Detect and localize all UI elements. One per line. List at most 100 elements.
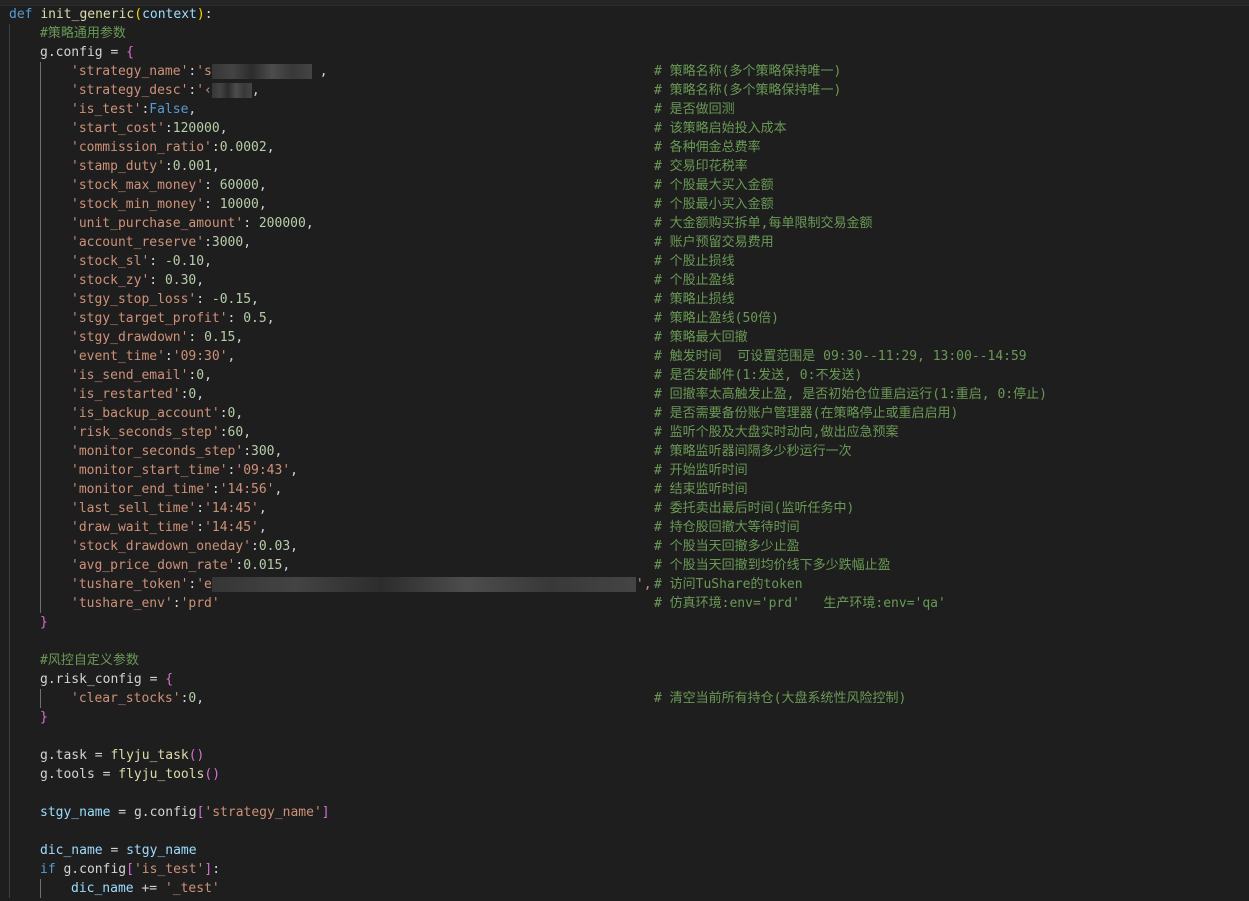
- code-line[interactable]: 'risk_seconds_step':60, # 监听个股及大盘实时动向,做出应…: [0, 423, 1249, 442]
- code-line[interactable]: 'draw_wait_time':'14:45', # 持仓股回撤大等待时间: [0, 518, 1249, 537]
- indent-guide: [40, 879, 41, 898]
- tools-variable: g.tools: [40, 767, 95, 782]
- config-key: 'stamp_duty': [71, 159, 165, 174]
- inline-comment: # 策略止损线: [654, 292, 735, 307]
- code-line[interactable]: 'is_backup_account':0, # 是否需要备份账户管理器(在策略停…: [0, 404, 1249, 423]
- config-value: 0.015: [243, 558, 283, 573]
- code-tail: ,: [258, 501, 267, 516]
- code-line[interactable]: 'monitor_end_time':'14:56', # 结束监听时间: [0, 480, 1249, 499]
- code-line[interactable]: 'stgy_stop_loss': -0.15, # 策略止损线: [0, 290, 1249, 309]
- indent-guide: [9, 43, 10, 62]
- append-operator: +=: [133, 881, 165, 896]
- code-line[interactable]: 'unit_purchase_amount': 200000, # 大金额购买拆单…: [0, 214, 1249, 233]
- code-text: 'risk_seconds_step':60,: [71, 423, 251, 442]
- code-line[interactable]: 'start_cost':120000, # 该策略启始投入成本: [0, 119, 1249, 138]
- code-line[interactable]: }: [0, 708, 1249, 727]
- code-line[interactable]: 'stgy_target_profit': 0.5, # 策略止盈线(50倍): [0, 309, 1249, 328]
- code-line[interactable]: [0, 727, 1249, 746]
- code-text: 'stock_drawdown_oneday':0.03,: [71, 537, 298, 556]
- code-line[interactable]: 'is_test':False, # 是否做回测: [0, 100, 1249, 119]
- config-key: 'account_reserve': [71, 235, 205, 250]
- config-key: 'last_sell_time': [71, 501, 197, 516]
- code-area[interactable]: def init_generic(context): #策略通用参数 g.confi…: [0, 5, 1249, 898]
- code-line[interactable]: 'clear_stocks':0, # 清空当前所有持仓(大盘系统性风险控制): [0, 689, 1249, 708]
- code-line[interactable]: if g.config['is_test']:: [0, 860, 1249, 879]
- code-line[interactable]: 'is_restarted':0, # 回撤率太高触发止盈, 是否初始仓位重启运行…: [0, 385, 1249, 404]
- code-line[interactable]: stgy_name = g.config['strategy_name']: [0, 803, 1249, 822]
- indent-guide: [9, 423, 10, 442]
- indent-guide: [40, 271, 41, 290]
- code-line[interactable]: g.risk_config = {: [0, 670, 1249, 689]
- code-line[interactable]: 'stgy_drawdown': 0.15, # 策略最大回撤: [0, 328, 1249, 347]
- code-separator: :: [243, 216, 259, 231]
- code-line[interactable]: def init_generic(context):: [0, 5, 1249, 24]
- inline-comment: # 个股止盈线: [654, 273, 735, 288]
- indent-guide: [9, 784, 10, 803]
- indent-guide: [9, 81, 10, 100]
- config-key: 'monitor_end_time': [71, 482, 212, 497]
- code-line[interactable]: dic_name = stgy_name: [0, 841, 1249, 860]
- indent-guide: [9, 556, 10, 575]
- inline-comment: # 策略名称(多个策略保持唯一): [654, 83, 842, 98]
- code-text: g.risk_config = {: [40, 670, 173, 689]
- code-line[interactable]: 'stock_sl': -0.10, # 个股止损线: [0, 252, 1249, 271]
- code-line[interactable]: 'event_time':'09:30', # 触发时间 可设置范围是 09:30…: [0, 347, 1249, 366]
- assign-operator: =: [86, 748, 111, 763]
- indent-guide: [40, 290, 41, 309]
- code-tail: ,: [219, 121, 228, 136]
- indent-guide: [9, 62, 10, 81]
- config-key: 'commission_ratio': [71, 140, 212, 155]
- code-line[interactable]: 'monitor_seconds_step':300, # 策略监听器间隔多少秒运…: [0, 442, 1249, 461]
- code-text: def init_generic(context):: [9, 5, 213, 24]
- assign-operator: =: [110, 805, 134, 820]
- code-line[interactable]: 'stock_min_money': 10000, # 个股最小买入金额: [0, 195, 1249, 214]
- code-line[interactable]: 'commission_ratio':0.0002, # 各种佣金总费率: [0, 138, 1249, 157]
- config-key-ref: 'is_test': [133, 862, 205, 877]
- code-line[interactable]: 'strategy_name':'s , # 策略名称(多个策略保持唯一): [0, 62, 1249, 81]
- code-line[interactable]: [0, 632, 1249, 651]
- inline-comment: # 策略名称(多个策略保持唯一): [654, 64, 842, 79]
- indent-guide: [40, 214, 41, 233]
- code-text: #策略通用参数: [40, 24, 126, 43]
- code-line[interactable]: [0, 822, 1249, 841]
- indent-guide: [9, 442, 10, 461]
- code-tail: ,: [266, 311, 275, 326]
- code-line[interactable]: 'stock_max_money': 60000, # 个股最大买入金额: [0, 176, 1249, 195]
- code-editor[interactable]: def init_generic(context): #策略通用参数 g.confi…: [0, 0, 1249, 901]
- config-key: 'stgy_target_profit': [71, 311, 228, 326]
- code-line[interactable]: g.task = flyju_task(): [0, 746, 1249, 765]
- code-line[interactable]: #风控自定义参数: [0, 651, 1249, 670]
- config-key: 'start_cost': [71, 121, 165, 136]
- code-line[interactable]: 'stamp_duty':0.001, # 交易印花税率: [0, 157, 1249, 176]
- code-line[interactable]: 'stock_drawdown_oneday':0.03, # 个股当天回撤多少止…: [0, 537, 1249, 556]
- config-key: 'is_test': [71, 102, 142, 117]
- code-line[interactable]: }: [0, 613, 1249, 632]
- code-line[interactable]: [0, 784, 1249, 803]
- code-text: 'event_time':'09:30',: [71, 347, 235, 366]
- code-line[interactable]: 'last_sell_time':'14:45', # 委托卖出最后时间(监听任务…: [0, 499, 1249, 518]
- code-line[interactable]: 'monitor_start_time':'09:43', # 开始监听时间: [0, 461, 1249, 480]
- code-separator: :: [243, 444, 252, 459]
- code-line[interactable]: 'tushare_env':'prd' # 仿真环境:env='prd' 生产环境…: [0, 594, 1249, 613]
- config-key: 'strategy_desc': [71, 83, 189, 98]
- code-line[interactable]: 'stock_zy': 0.30, # 个股止盈线: [0, 271, 1249, 290]
- indent-guide: [40, 575, 41, 594]
- indent-guide: [40, 328, 41, 347]
- suffix-string: '_test': [164, 881, 220, 896]
- code-line[interactable]: 'strategy_desc':'‹, # 策略名称(多个策略保持唯一): [0, 81, 1249, 100]
- code-text: 'unit_purchase_amount': 200000,: [71, 214, 314, 233]
- code-text: 'start_cost':120000,: [71, 119, 228, 138]
- code-line[interactable]: #策略通用参数: [0, 24, 1249, 43]
- code-separator: :: [227, 311, 244, 326]
- config-key: 'risk_seconds_step': [71, 425, 220, 440]
- code-separator: :: [149, 273, 165, 288]
- code-line[interactable]: 'avg_price_down_rate':0.015, # 个股当天回撤到均价线…: [0, 556, 1249, 575]
- code-line[interactable]: 'account_reserve':3000, # 账户预留交易费用: [0, 233, 1249, 252]
- code-line[interactable]: g.tools = flyju_tools(): [0, 765, 1249, 784]
- code-tail: ,: [290, 463, 298, 478]
- code-line[interactable]: dic_name += '_test': [0, 879, 1249, 898]
- code-line[interactable]: 'tushare_token':'e ', # 访问TuShare的token: [0, 575, 1249, 594]
- code-line[interactable]: g.config = {: [0, 43, 1249, 62]
- code-line[interactable]: 'is_send_email':0, # 是否发邮件(1:发送, 0:不发送): [0, 366, 1249, 385]
- code-text: 'tushare_token':'e ',: [71, 575, 652, 594]
